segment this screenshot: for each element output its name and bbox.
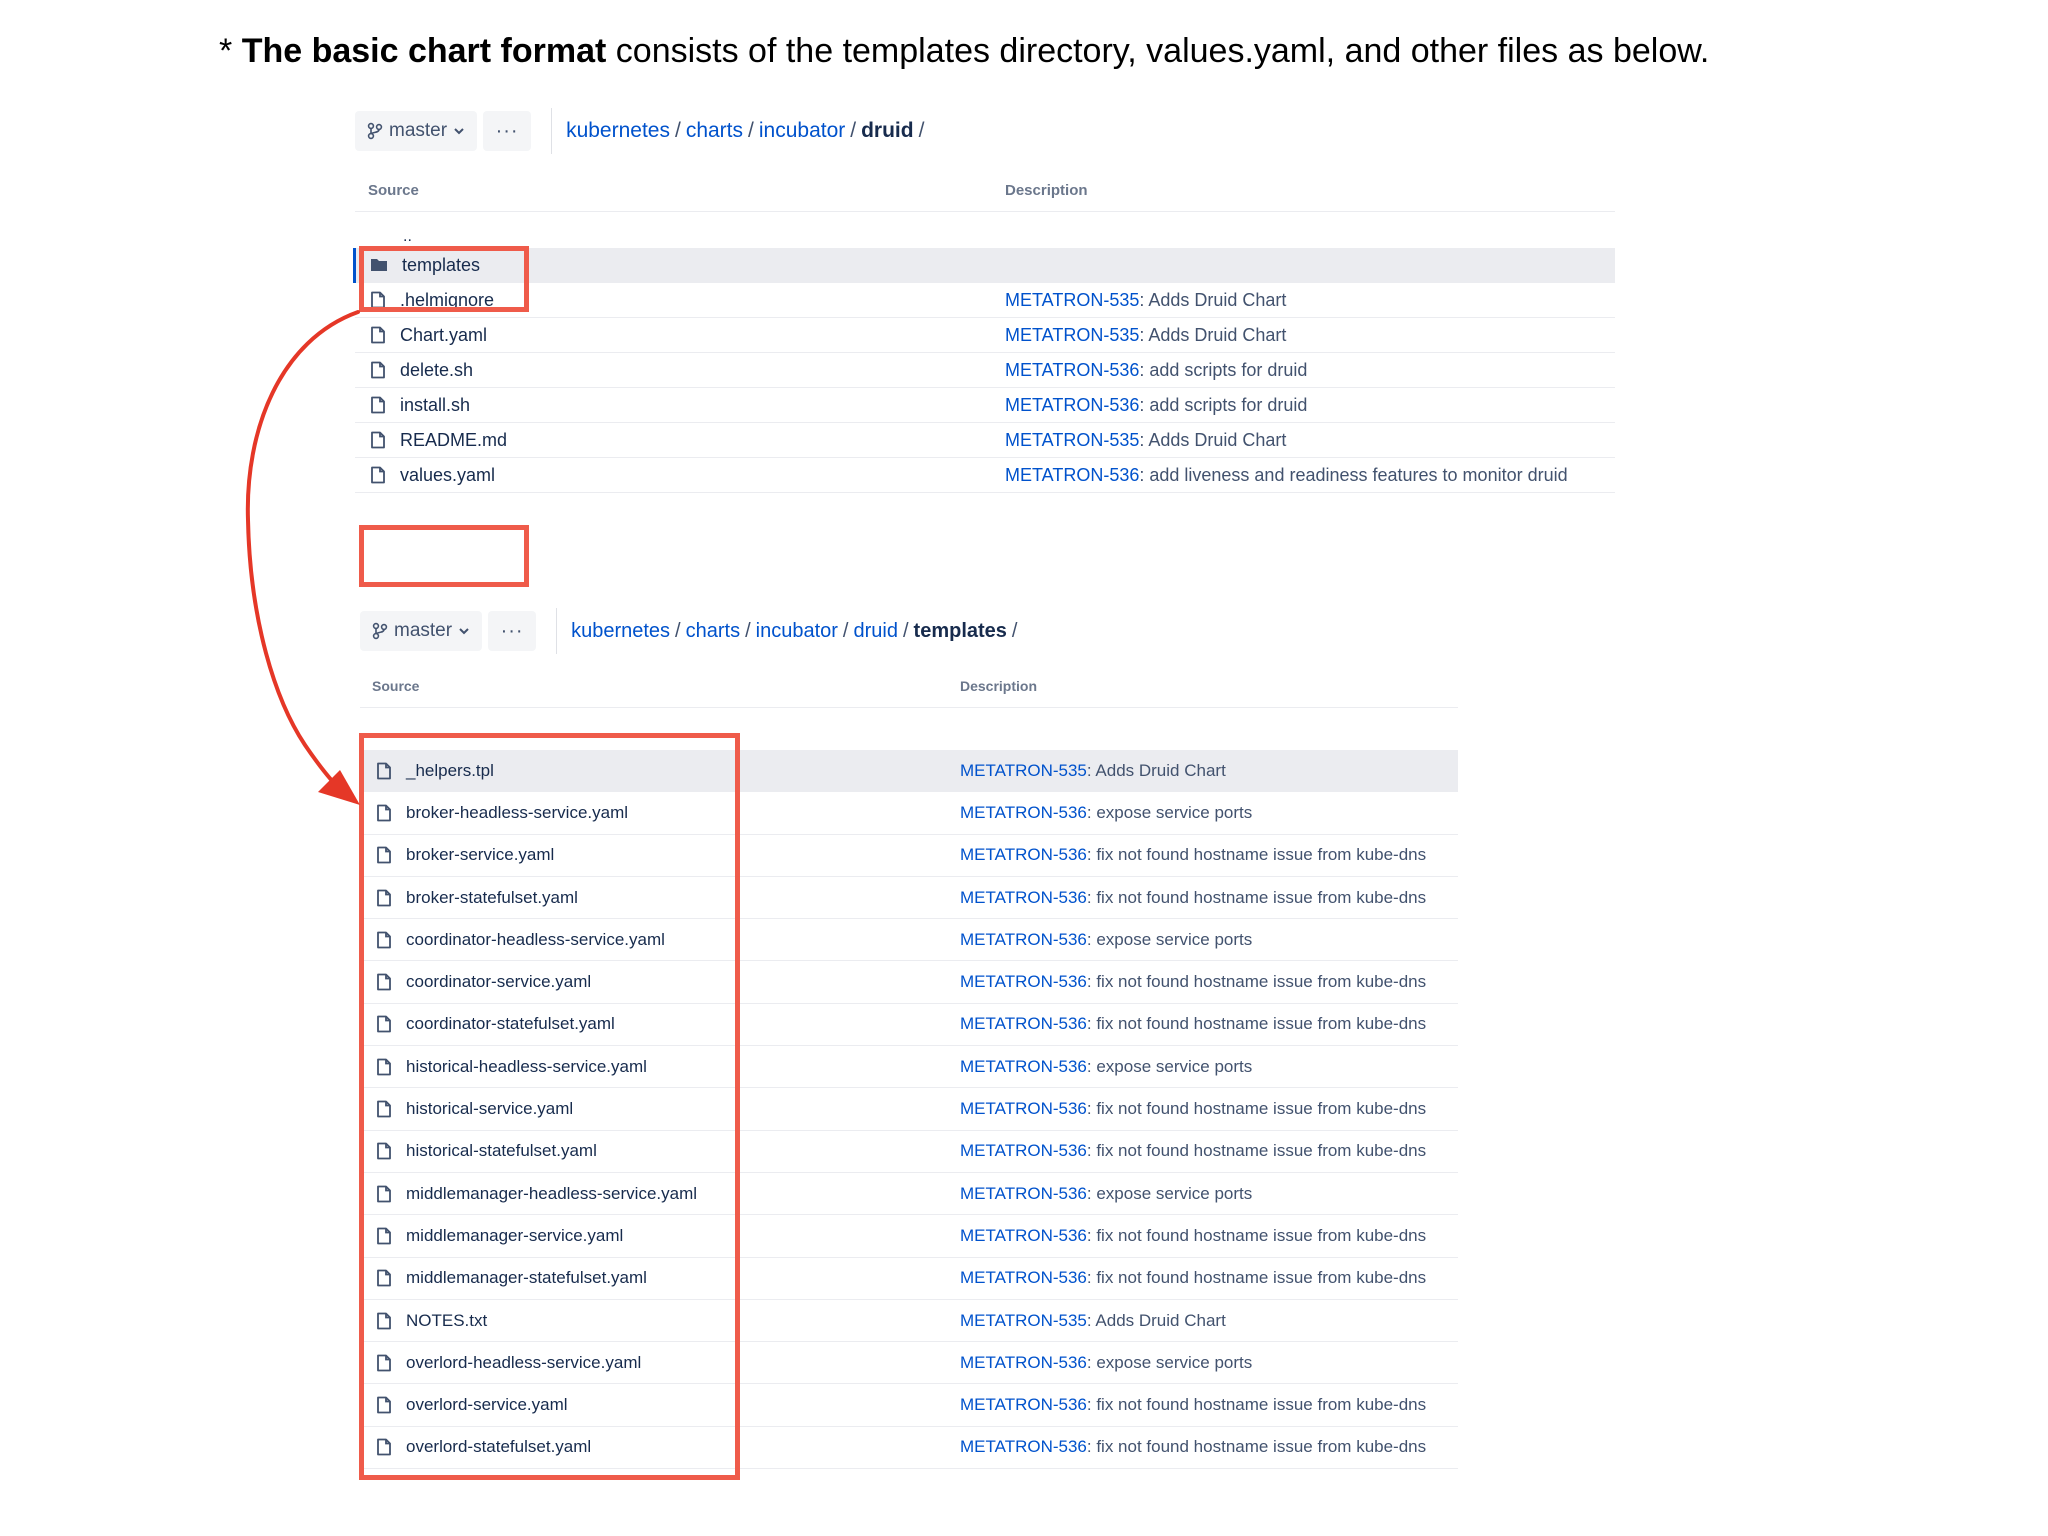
arrow-curve	[245, 310, 360, 795]
arrow-head	[318, 770, 360, 805]
red-curved-arrow	[245, 310, 360, 805]
